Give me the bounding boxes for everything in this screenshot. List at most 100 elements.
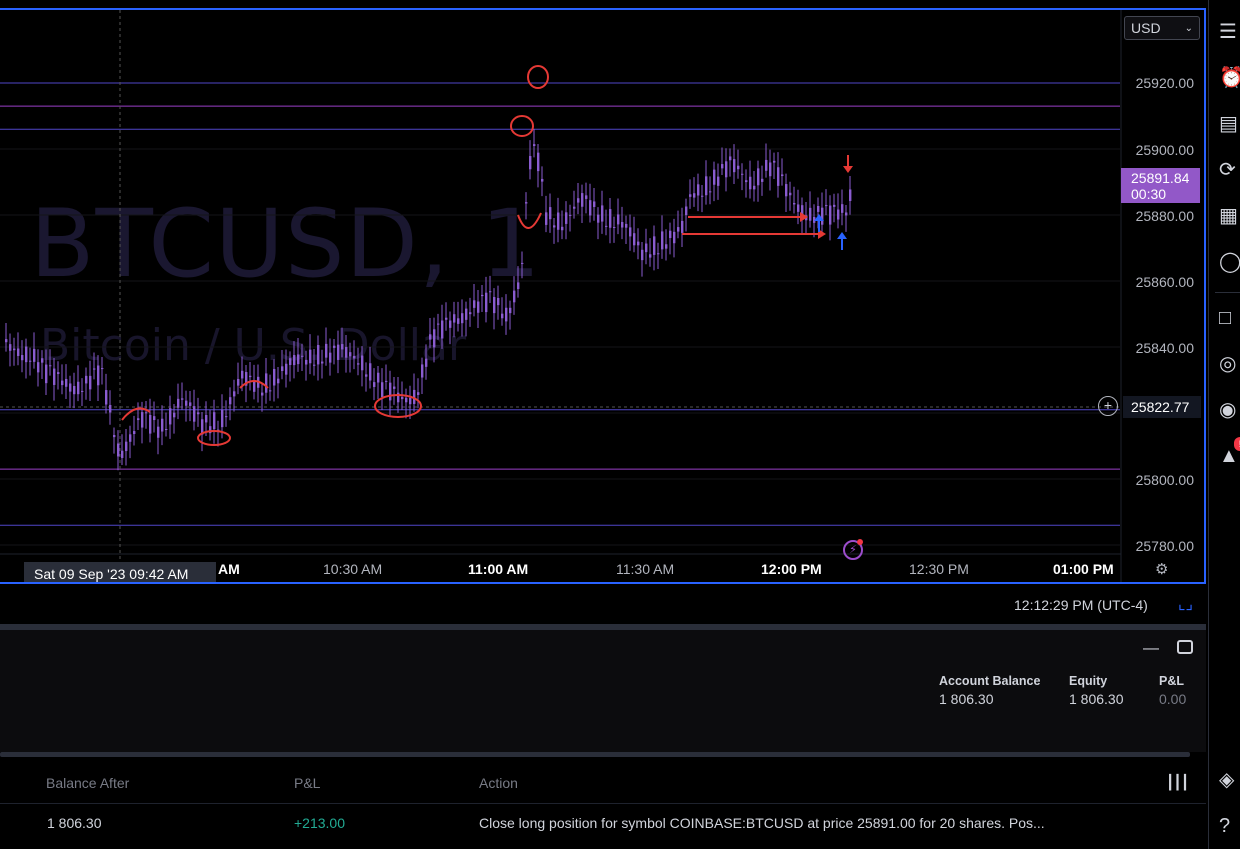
candle-body [185, 400, 188, 406]
candle-body [361, 355, 364, 371]
candle-body [137, 418, 140, 421]
horizontal-scrollbar[interactable] [0, 752, 1190, 757]
candle-body [405, 397, 408, 403]
candle-body [453, 314, 456, 323]
candle-body [669, 230, 672, 238]
add-alert-plus-icon[interactable]: + [1098, 396, 1118, 416]
account-balance-value: 1 806.30 [939, 691, 994, 707]
column-header-action[interactable]: Action [479, 775, 518, 791]
columns-settings-icon[interactable]: ┃┃┃ [1166, 774, 1189, 791]
candle-body [5, 339, 8, 343]
candle-body [73, 386, 76, 395]
fullscreen-corner-icon[interactable]: ⌞⌟ [1178, 594, 1193, 614]
candle-body [445, 317, 448, 320]
chart-pane[interactable]: BTCUSD, 1 Bitcoin / U.S. Dollar USD ⌄ 25… [0, 8, 1206, 584]
column-header-balance-after[interactable]: Balance After [46, 775, 129, 791]
candle-body [489, 291, 492, 293]
candle-body [373, 382, 376, 387]
candle-body [325, 343, 328, 358]
candle-body [305, 359, 308, 365]
candle-body [745, 180, 748, 183]
currency-select[interactable]: USD ⌄ [1124, 16, 1200, 40]
candle-body [737, 165, 740, 170]
candle-body [353, 355, 356, 359]
candle-body [661, 231, 664, 250]
crosshair-date-tooltip: Sat 09 Sep '23 09:42 AM [24, 562, 216, 582]
alarm-icon[interactable]: ⏰ [1219, 66, 1240, 90]
candle-body [49, 365, 52, 367]
candle-body [785, 184, 788, 197]
candle-body [517, 282, 520, 290]
column-header-pnl[interactable]: P&L [294, 775, 320, 791]
candle-body [645, 243, 648, 253]
candle-body [781, 174, 784, 177]
candle-body [365, 374, 368, 377]
help-icon[interactable]: ? [1219, 814, 1240, 838]
candle-body [505, 307, 508, 322]
candle-body [205, 414, 208, 423]
candle-body [9, 344, 12, 351]
price-chart[interactable] [0, 10, 1206, 584]
layers-icon[interactable]: ◈ [1219, 768, 1240, 792]
candle-body [265, 373, 268, 393]
candle-body [421, 364, 424, 378]
candle-body [761, 178, 764, 182]
price-axis-label: 25840.00 [1135, 340, 1194, 356]
streams-icon[interactable]: ◎ [1219, 352, 1240, 376]
candle-body [557, 212, 560, 230]
candle-body [157, 426, 160, 438]
candle-body [493, 297, 496, 314]
candle-body [341, 344, 344, 350]
candle-body [797, 204, 800, 212]
price-axis-label: 25880.00 [1135, 208, 1194, 224]
ideas-icon[interactable]: ◯ [1219, 250, 1240, 274]
candle-body [301, 355, 304, 357]
candle-body [773, 160, 776, 163]
candle-body [285, 363, 288, 375]
annotation-ellipse [527, 65, 549, 89]
pnl-label: P&L [1159, 674, 1184, 688]
broadcast-icon[interactable]: ◉ [1219, 398, 1240, 422]
candle-body [657, 253, 660, 255]
minimize-icon[interactable]: — [1143, 640, 1159, 658]
price-axis-label: 25900.00 [1135, 142, 1194, 158]
candle-body [625, 223, 628, 228]
data-window-icon[interactable]: ▤ [1219, 112, 1240, 136]
candle-body [709, 191, 712, 193]
candle-body [793, 202, 796, 205]
candle-body [193, 406, 196, 422]
candle-body [677, 227, 680, 232]
lightning-notification-dot [857, 539, 863, 545]
calendar-icon[interactable]: ▦ [1219, 204, 1240, 228]
maximize-icon[interactable] [1177, 640, 1193, 654]
candle-body [337, 344, 340, 360]
clock-readout[interactable]: 12:12:29 PM (UTC-4) [1014, 597, 1148, 613]
candle-body [757, 168, 760, 186]
candle-body [189, 402, 192, 406]
candle-body [433, 329, 436, 348]
watchlist-icon[interactable]: ☰ [1219, 20, 1240, 44]
annotation-arrowhead [800, 212, 808, 222]
candle-body [229, 397, 232, 405]
candle-body [617, 214, 620, 225]
candle-body [441, 320, 444, 339]
candle-body [333, 345, 336, 348]
candle-body [213, 412, 216, 430]
candle-body [545, 212, 548, 225]
candle-body [501, 313, 504, 319]
candle-body [437, 323, 440, 325]
candle-body [777, 167, 780, 186]
chat-icon[interactable]: □ [1219, 306, 1240, 330]
table-cell-action: Close long position for symbol COINBASE:… [479, 815, 1045, 831]
candle-body [377, 372, 380, 383]
candle-body [429, 334, 432, 340]
candle-body [105, 390, 108, 405]
candle-body [473, 300, 476, 308]
candle-body [605, 225, 608, 227]
account-balance-label: Account Balance [939, 674, 1041, 688]
candle-body [457, 318, 460, 324]
hotlist-icon[interactable]: ⟳ [1219, 158, 1240, 182]
candle-body [181, 398, 184, 400]
gear-icon[interactable]: ⚙ [1155, 560, 1171, 578]
candle-body [705, 176, 708, 196]
